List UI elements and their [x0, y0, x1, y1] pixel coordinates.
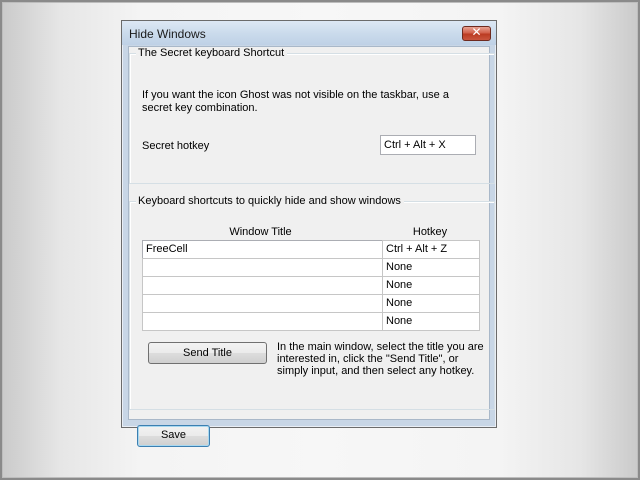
- secret-hotkey-label: Secret hotkey: [142, 140, 210, 152]
- close-button[interactable]: ✕: [462, 25, 491, 41]
- table-row: None: [142, 276, 481, 295]
- column-header-hotkey: Hotkey: [412, 226, 448, 238]
- table-row: None: [142, 312, 481, 331]
- secret-shortcut-description: If you want the icon Ghost was not visib…: [142, 89, 449, 114]
- window-title: Hide Windows: [129, 27, 206, 41]
- hotkey-input[interactable]: None: [382, 312, 480, 331]
- save-button[interactable]: Save: [137, 425, 210, 447]
- close-icon: ✕: [471, 25, 482, 39]
- table-row: FreeCell Ctrl + Alt + Z: [142, 240, 481, 259]
- send-title-button[interactable]: Send Title: [148, 342, 267, 364]
- window-title-input[interactable]: [142, 312, 383, 331]
- secret-shortcut-group: The Secret keyboard Shortcut: [129, 47, 495, 184]
- table-row: None: [142, 258, 481, 277]
- window-title-input[interactable]: [142, 294, 383, 313]
- hotkey-input[interactable]: None: [382, 276, 480, 295]
- window-title-input[interactable]: [142, 258, 383, 277]
- window-title-input[interactable]: [142, 276, 383, 295]
- hotkey-input[interactable]: None: [382, 258, 480, 277]
- dialog-client-area: The Secret keyboard Shortcut If you want…: [128, 46, 495, 447]
- secret-hotkey-input[interactable]: Ctrl + Alt + X: [380, 135, 476, 155]
- window-title-input[interactable]: FreeCell: [142, 240, 383, 259]
- keyboard-shortcuts-group-label: Keyboard shortcuts to quickly hide and s…: [136, 195, 404, 207]
- secret-shortcut-group-label: The Secret keyboard Shortcut: [136, 47, 288, 59]
- table-row: None: [142, 294, 481, 313]
- title-bar[interactable]: Hide Windows ✕: [122, 21, 496, 45]
- column-header-window-title: Window Title: [229, 226, 292, 238]
- hotkey-input[interactable]: None: [382, 294, 480, 313]
- hotkey-input[interactable]: Ctrl + Alt + Z: [382, 240, 480, 259]
- send-title-hint: In the main window, select the title you…: [277, 341, 484, 377]
- hide-windows-dialog: Hide Windows ✕ The Secret keyboard Short…: [121, 20, 497, 447]
